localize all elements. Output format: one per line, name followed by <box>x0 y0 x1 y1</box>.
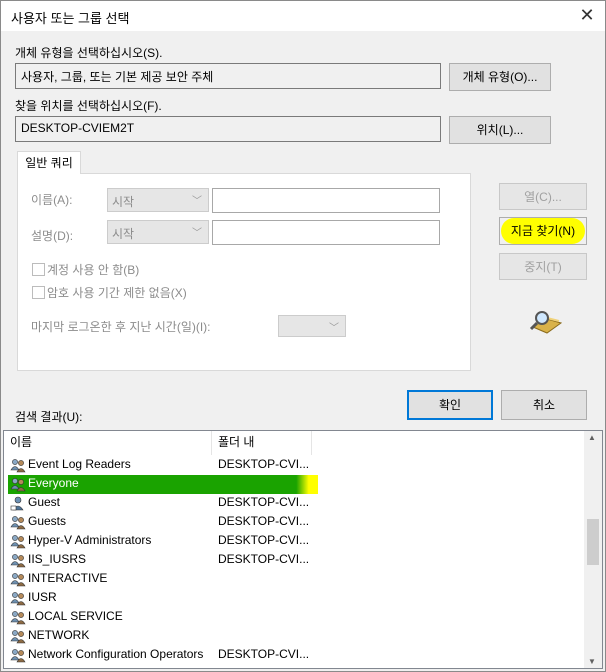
name-match-value: 시작 <box>112 195 135 209</box>
result-folder: DESKTOP-CVI... <box>218 457 310 471</box>
description-match-value: 시작 <box>112 227 135 241</box>
ok-button[interactable]: 확인 <box>407 390 493 420</box>
chevron-down-icon: ﹀ <box>192 196 202 207</box>
table-row[interactable]: IUSR <box>4 589 590 608</box>
result-name: IUSR <box>28 590 57 604</box>
chevron-down-icon: ﹀ <box>192 228 202 239</box>
result-name: NETWORK <box>28 628 90 642</box>
table-row[interactable]: NETWORK <box>4 627 590 646</box>
table-row[interactable]: LOCAL SERVICE <box>4 608 590 627</box>
non-expiring-password-checkbox[interactable] <box>32 286 45 299</box>
result-name: Everyone <box>28 476 79 490</box>
tab-common-query[interactable]: 일반 쿼리 <box>17 151 81 174</box>
non-expiring-password-label: 암호 사용 기간 제한 없음(X) <box>47 286 187 300</box>
days-since-logon-label: 마지막 로그온한 후 지난 시간(일)(I): <box>31 320 211 334</box>
table-row[interactable]: Hyper-V Administrators DESKTOP-CVI... <box>4 532 590 551</box>
table-row[interactable]: Everyone <box>4 475 590 494</box>
result-name: Event Log Readers <box>28 457 131 471</box>
days-since-logon-select: ﹀ <box>278 315 346 337</box>
result-name: Guest <box>28 495 61 509</box>
result-name: Network Configuration Operators <box>28 647 204 661</box>
result-name: IIS_IUSRS <box>28 552 87 566</box>
result-name: Hyper-V Administrators <box>28 533 152 547</box>
result-folder: DESKTOP-CVI... <box>218 647 310 661</box>
name-label: 이름(A): <box>31 193 73 207</box>
table-row[interactable]: IIS_IUSRS DESKTOP-CVI... <box>4 551 590 570</box>
select-users-groups-dialog: 사용자 또는 그룹 선택 ✕ 개체 유형을 선택하십시오(S). 사용자, 그룹… <box>0 0 606 672</box>
search-results-label: 검색 결과(U): <box>15 410 83 424</box>
search-results-list: 이름 폴더 내 Event Log Readers DESKTOP-CVI... E… <box>3 430 603 669</box>
table-row[interactable]: Guests DESKTOP-CVI... <box>4 513 590 532</box>
scrollbar-thumb[interactable] <box>587 519 599 565</box>
group-icon <box>10 592 26 606</box>
column-header-name[interactable]: 이름 <box>4 431 212 455</box>
group-icon <box>10 535 26 549</box>
result-folder: DESKTOP-CVI... <box>218 514 310 528</box>
result-name: Guests <box>28 514 67 528</box>
table-row[interactable]: INTERACTIVE <box>4 570 590 589</box>
group-icon <box>10 478 26 492</box>
table-row[interactable]: Event Log Readers DESKTOP-CVI... <box>4 456 590 475</box>
group-icon <box>10 554 26 568</box>
directory-search-icon <box>529 311 563 334</box>
description-match-select: 시작 ﹀ <box>107 220 209 244</box>
name-input[interactable] <box>212 188 440 213</box>
close-icon[interactable]: ✕ <box>575 3 599 27</box>
result-folder: DESKTOP-CVI... <box>218 552 310 566</box>
location-field: DESKTOP-CVIEM2T <box>15 116 441 142</box>
group-icon <box>10 611 26 625</box>
group-icon <box>10 573 26 587</box>
table-row[interactable]: Guest DESKTOP-CVI... <box>4 494 590 513</box>
result-name: INTERACTIVE <box>28 571 108 585</box>
disabled-accounts-label: 계정 사용 안 함(B) <box>47 263 140 277</box>
columns-button[interactable]: 열(C)... <box>499 183 587 210</box>
group-icon <box>10 459 26 473</box>
window-title: 사용자 또는 그룹 선택 <box>11 11 130 26</box>
result-name: LOCAL SERVICE <box>28 609 123 623</box>
location-label: 찾을 위치를 선택하십시오(F). <box>15 99 162 113</box>
group-icon <box>10 516 26 530</box>
description-input[interactable] <box>212 220 440 245</box>
chevron-down-icon: ﹀ <box>329 323 339 334</box>
table-row[interactable]: Network Configuration Operators DESKTOP-C… <box>4 646 590 665</box>
scroll-up-icon[interactable]: ▲ <box>588 433 596 442</box>
result-folder: DESKTOP-CVI... <box>218 495 310 509</box>
disabled-accounts-checkbox[interactable] <box>32 263 45 276</box>
result-folder: DESKTOP-CVI... <box>218 533 310 547</box>
column-header-folder[interactable]: 폴더 내 <box>212 431 312 455</box>
object-type-label: 개체 유형을 선택하십시오(S). <box>15 46 163 60</box>
group-icon <box>10 630 26 644</box>
object-type-field: 사용자, 그룹, 또는 기본 제공 보안 주체 <box>15 63 441 89</box>
cancel-button[interactable]: 취소 <box>501 390 587 420</box>
locations-button[interactable]: 위치(L)... <box>449 116 551 144</box>
object-types-button[interactable]: 개체 유형(O)... <box>449 63 551 91</box>
user-icon <box>10 496 24 511</box>
description-label: 설명(D): <box>31 229 74 243</box>
scroll-down-icon[interactable]: ▼ <box>588 657 596 666</box>
name-match-select: 시작 ﹀ <box>107 188 209 212</box>
stop-button[interactable]: 중지(T) <box>499 253 587 280</box>
find-now-button[interactable]: 지금 찾기(N) <box>499 217 587 245</box>
group-icon <box>10 649 26 663</box>
